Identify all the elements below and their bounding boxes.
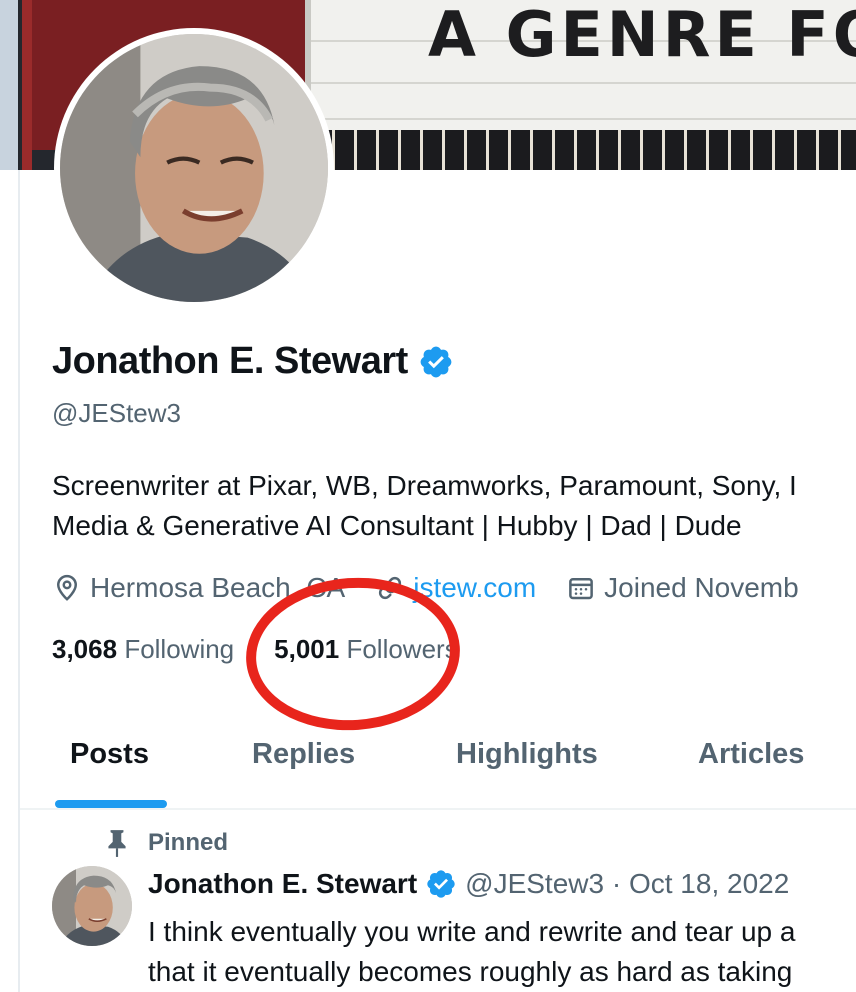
profile-joined: Joined Novemb bbox=[566, 572, 799, 604]
profile-handle: @JEStew3 bbox=[52, 398, 181, 428]
following-link[interactable]: 3,068 Following bbox=[52, 634, 234, 665]
active-tab-indicator bbox=[55, 800, 167, 808]
post-header: Jonathon E. Stewart @JEStew3 · Oct 18, 2… bbox=[148, 868, 789, 900]
profile-tabs: Posts Replies Highlights Articles bbox=[20, 730, 856, 810]
joined-text: Joined Novemb bbox=[604, 572, 799, 603]
following-count: 3,068 bbox=[52, 634, 118, 664]
tab-articles[interactable]: Articles bbox=[698, 738, 804, 771]
bio-line: Screenwriter at Pixar, WB, Dreamworks, P… bbox=[52, 470, 797, 501]
avatar-portrait bbox=[52, 866, 132, 946]
profile-bio: Screenwriter at Pixar, WB, Dreamworks, P… bbox=[52, 466, 797, 546]
pinned-indicator: Pinned bbox=[104, 828, 228, 858]
post-text-line: I think eventually you write and rewrite… bbox=[148, 916, 796, 947]
pinned-label: Pinned bbox=[148, 829, 229, 856]
following-label: Following bbox=[124, 634, 235, 664]
avatar-portrait bbox=[60, 34, 328, 302]
bio-line: Media & Generative AI Consultant | Hubby… bbox=[52, 510, 742, 541]
post-handle-date[interactable]: @JEStew3 · Oct 18, 2022 bbox=[465, 868, 789, 900]
display-name: Jonathon E. Stewart bbox=[52, 340, 408, 382]
post-author-avatar[interactable] bbox=[52, 866, 132, 946]
post-author-name[interactable]: Jonathon E. Stewart bbox=[148, 868, 417, 900]
marquee-text: A GENRE FO bbox=[428, 0, 856, 71]
tab-highlights[interactable]: Highlights bbox=[456, 738, 598, 771]
post-text-line: that it eventually becomes roughly as ha… bbox=[148, 956, 793, 987]
location-pin-icon bbox=[56, 574, 78, 601]
verified-badge-icon[interactable] bbox=[425, 868, 457, 900]
timeline-left-border bbox=[18, 160, 20, 992]
profile-name-row: Jonathon E. Stewart bbox=[52, 340, 454, 383]
verified-badge-icon[interactable] bbox=[418, 344, 454, 380]
post-text[interactable]: I think eventually you write and rewrite… bbox=[148, 912, 795, 992]
tab-posts[interactable]: Posts bbox=[70, 738, 149, 771]
profile-avatar[interactable] bbox=[54, 28, 334, 308]
tab-replies[interactable]: Replies bbox=[252, 738, 355, 771]
marquee-lights bbox=[300, 130, 856, 170]
profile-meta: Hermosa Beach, CA jstew.com Joined Novem… bbox=[52, 570, 829, 606]
calendar-icon bbox=[569, 578, 594, 600]
pin-icon bbox=[108, 830, 126, 857]
